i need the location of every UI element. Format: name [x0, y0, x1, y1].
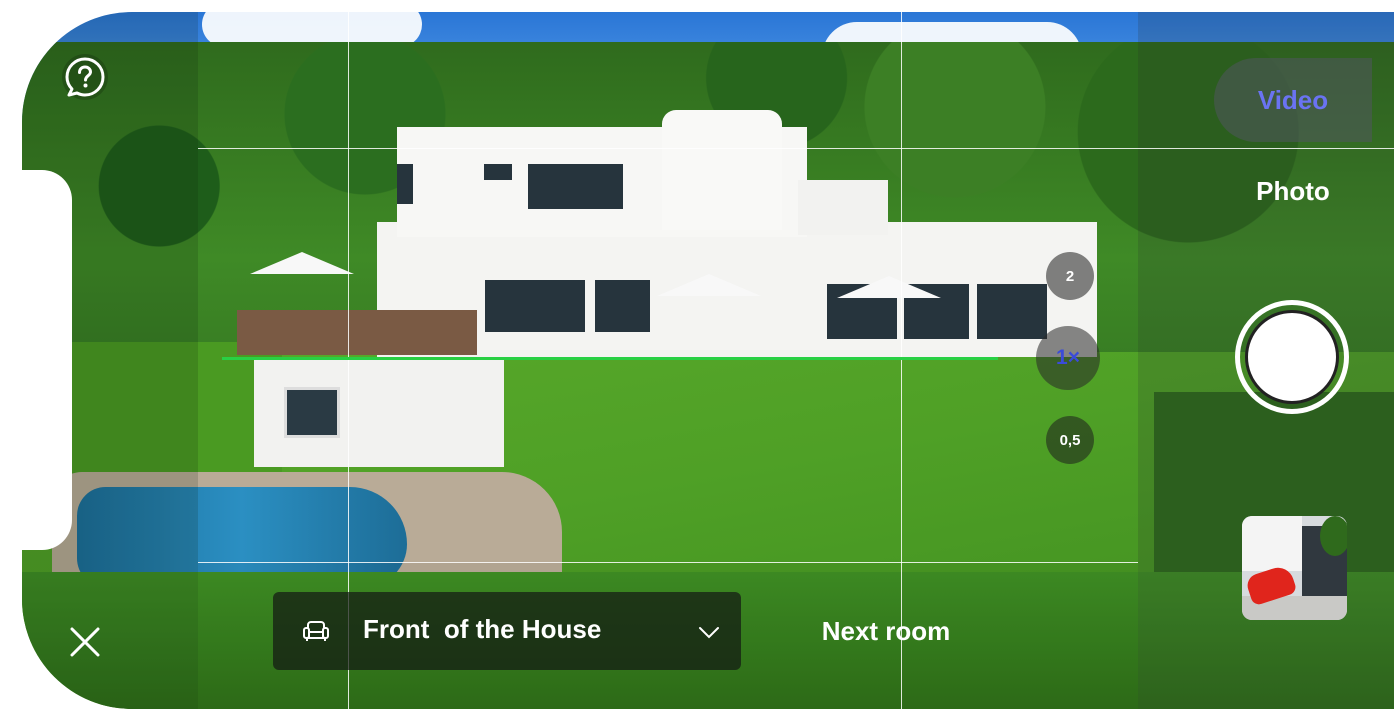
edge-notch	[0, 170, 72, 550]
room-name-label: Front of the House	[363, 614, 602, 644]
grid-line	[198, 562, 1138, 563]
mode-photo-tab[interactable]: Photo	[1214, 160, 1372, 222]
close-button[interactable]	[62, 619, 108, 665]
zoom-2x-button[interactable]: 2	[1046, 252, 1094, 300]
shutter-button[interactable]	[1235, 300, 1349, 414]
close-icon	[70, 627, 100, 657]
help-button[interactable]	[62, 54, 108, 100]
sofa-icon	[303, 621, 329, 641]
mode-video-tab[interactable]: Video	[1214, 58, 1372, 142]
zoom-0-5x-button[interactable]: 0,5	[1046, 416, 1094, 464]
next-room-label: Next room	[821, 615, 951, 646]
grid-line	[198, 148, 1394, 149]
help-icon	[65, 57, 105, 97]
next-room-button[interactable]: Next room	[770, 592, 1002, 670]
chevron-down-icon	[699, 627, 719, 639]
mode-video-label: Video	[1257, 84, 1329, 115]
room-selector-dropdown[interactable]: Front of the House	[273, 592, 741, 670]
last-capture-thumbnail[interactable]	[1242, 516, 1347, 620]
mode-photo-label: Photo	[1256, 175, 1330, 206]
zoom-1x-label: 1×	[1056, 346, 1080, 369]
zoom-1x-button[interactable]: 1×	[1036, 326, 1100, 390]
shutter-inner	[1245, 310, 1339, 404]
horizon-level-line	[222, 357, 998, 360]
zoom-2x-label: 2	[1065, 267, 1075, 285]
zoom-0-5x-label: 0,5	[1059, 431, 1081, 449]
